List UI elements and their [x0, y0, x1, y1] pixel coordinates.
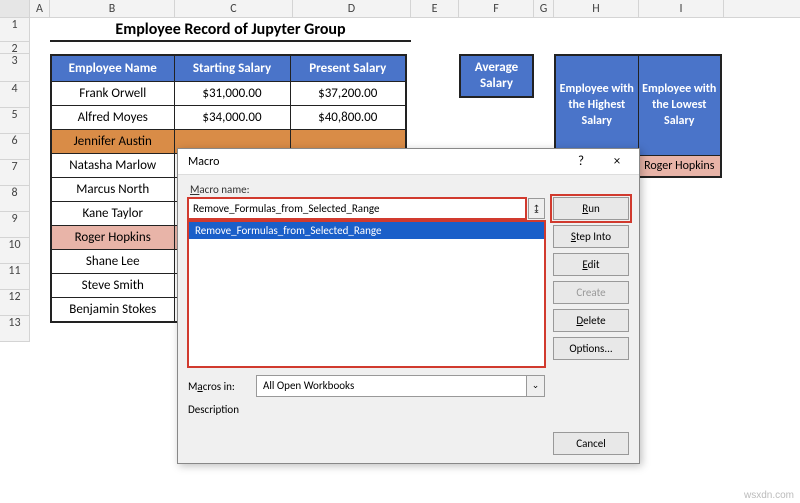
col-F[interactable]: F [459, 0, 534, 17]
cell-name[interactable]: Marcus North [51, 178, 174, 202]
watermark: wsxdn.com [744, 490, 794, 501]
step-into-button[interactable]: Step Into [553, 225, 629, 248]
th-name[interactable]: Employee Name [51, 55, 174, 82]
row-5[interactable]: 5 [0, 108, 30, 134]
col-A[interactable]: A [30, 0, 50, 17]
th-present[interactable]: Present Salary [290, 55, 406, 82]
macros-in-label: Macros in: [188, 380, 250, 393]
avg-table: Average Salary [459, 54, 534, 98]
macro-listbox[interactable]: Remove_Formulas_from_Selected_Range [188, 221, 545, 367]
th-start[interactable]: Starting Salary [174, 55, 290, 82]
row-9[interactable]: 9 [0, 212, 30, 238]
low-header[interactable]: Employee with the Lowest Salary [638, 55, 721, 155]
page-title: Employee Record of Jupyter Group [50, 18, 411, 42]
select-all-cell[interactable] [0, 0, 30, 17]
cell-name[interactable]: Benjamin Stokes [51, 298, 174, 323]
cell-present[interactable]: $40,800.00 [290, 106, 406, 130]
macro-dialog: Macro ? × Macro name: ↨ Remove_Formulas_… [177, 148, 640, 464]
run-button[interactable]: Run [553, 197, 629, 220]
cell-present[interactable]: $37,200.00 [290, 82, 406, 106]
edit-button[interactable]: Edit [553, 253, 629, 276]
row-header-col: 1 2 3 4 5 6 7 8 9 10 11 12 13 [0, 18, 30, 342]
dialog-title: Macro [188, 155, 563, 169]
row-3[interactable]: 3 [0, 54, 30, 82]
row-6[interactable]: 6 [0, 134, 30, 160]
row-4[interactable]: 4 [0, 82, 30, 108]
col-C[interactable]: C [175, 0, 293, 17]
column-header-row: A B C D E F G H I [0, 0, 800, 18]
help-icon[interactable]: ? [563, 151, 599, 173]
avg-header[interactable]: Average Salary [460, 55, 533, 97]
cell-name[interactable]: Jennifer Austin [51, 130, 174, 154]
cell-name[interactable]: Alfred Moyes [51, 106, 174, 130]
row-7[interactable]: 7 [0, 160, 30, 186]
cell-name[interactable]: Frank Orwell [51, 82, 174, 106]
macro-name-input[interactable] [188, 198, 526, 219]
description-label: Description [188, 403, 545, 416]
list-item[interactable]: Remove_Formulas_from_Selected_Range [189, 222, 544, 239]
row-2[interactable]: 2 [0, 42, 30, 54]
options-button[interactable]: Options... [553, 337, 629, 360]
col-H[interactable]: H [554, 0, 639, 17]
macro-name-label: Macro name: [190, 183, 545, 196]
row-12[interactable]: 12 [0, 290, 30, 316]
row-13[interactable]: 13 [0, 316, 30, 342]
col-D[interactable]: D [293, 0, 411, 17]
row-8[interactable]: 8 [0, 186, 30, 212]
cancel-button[interactable]: Cancel [553, 432, 629, 455]
col-G[interactable]: G [534, 0, 554, 17]
create-button: Create [553, 281, 629, 304]
low-value[interactable]: Roger Hopkins [638, 155, 721, 177]
row-10[interactable]: 10 [0, 238, 30, 264]
hi-header[interactable]: Employee with the Highest Salary [555, 55, 638, 155]
cell-start[interactable]: $34,000.00 [174, 106, 290, 130]
close-icon[interactable]: × [599, 151, 635, 173]
cell-name[interactable]: Shane Lee [51, 250, 174, 274]
cell-name[interactable]: Steve Smith [51, 274, 174, 298]
chevron-down-icon[interactable]: ⌄ [527, 375, 545, 397]
cell-name[interactable]: Natasha Marlow [51, 154, 174, 178]
stepper-icon[interactable]: ↨ [528, 198, 545, 219]
macros-in-combo[interactable]: All Open Workbooks [256, 375, 527, 397]
col-I[interactable]: I [639, 0, 724, 17]
delete-button[interactable]: Delete [553, 309, 629, 332]
row-11[interactable]: 11 [0, 264, 30, 290]
row-1[interactable]: 1 [0, 18, 30, 42]
dialog-titlebar[interactable]: Macro ? × [178, 149, 639, 175]
cell-name[interactable]: Roger Hopkins [51, 226, 174, 250]
cell-name[interactable]: Kane Taylor [51, 202, 174, 226]
col-E[interactable]: E [411, 0, 459, 17]
cell-start[interactable]: $31,000.00 [174, 82, 290, 106]
col-B[interactable]: B [50, 0, 175, 17]
